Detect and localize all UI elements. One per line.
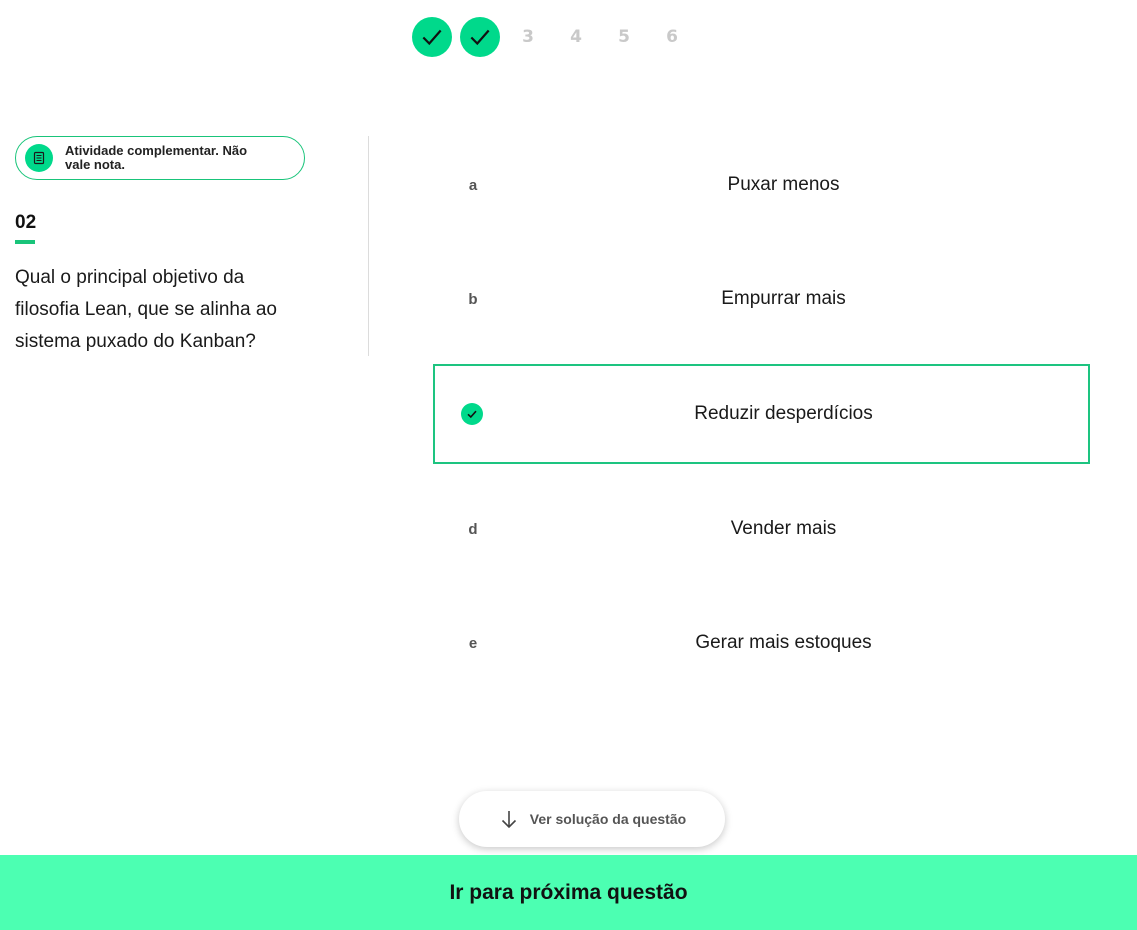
option-d[interactable]: d Vender mais bbox=[433, 479, 1090, 579]
panel-divider bbox=[368, 136, 369, 356]
next-question-button[interactable]: Ir para próxima questão bbox=[0, 855, 1137, 930]
option-letter: a bbox=[468, 176, 478, 194]
question-number: 02 bbox=[15, 212, 37, 233]
option-label: Gerar mais estoques bbox=[695, 632, 872, 653]
activity-badge-text: Atividade complementar. Não vale nota. bbox=[65, 143, 248, 172]
step-6[interactable]: 6 bbox=[652, 17, 692, 57]
check-icon bbox=[470, 29, 490, 46]
option-b[interactable]: b Empurrar mais bbox=[433, 249, 1090, 349]
option-label: Reduzir desperdícios bbox=[694, 403, 873, 424]
option-c[interactable]: Reduzir desperdícios bbox=[433, 364, 1090, 464]
option-label: Empurrar mais bbox=[721, 288, 846, 309]
option-letter: b bbox=[468, 290, 478, 308]
step-2[interactable] bbox=[460, 17, 500, 57]
next-question-label: Ir para próxima questão bbox=[449, 880, 688, 904]
question-text: Qual o principal objetivo da filosofia L… bbox=[15, 267, 277, 352]
step-1[interactable] bbox=[412, 17, 452, 57]
question-number-underline bbox=[15, 240, 35, 244]
arrow-down-icon bbox=[501, 811, 516, 829]
option-label: Puxar menos bbox=[727, 174, 840, 195]
step-4[interactable]: 4 bbox=[556, 17, 596, 57]
option-letter: e bbox=[468, 634, 478, 652]
question-stepper: 3 4 5 6 bbox=[412, 17, 700, 57]
document-icon bbox=[25, 144, 53, 172]
option-e[interactable]: e Gerar mais estoques bbox=[433, 593, 1090, 693]
step-5[interactable]: 5 bbox=[604, 17, 644, 57]
option-letter: d bbox=[468, 520, 478, 538]
check-icon bbox=[422, 29, 442, 46]
activity-badge: Atividade complementar. Não vale nota. bbox=[15, 136, 305, 180]
view-solution-button[interactable]: Ver solução da questão bbox=[459, 791, 725, 847]
option-a[interactable]: a Puxar menos bbox=[433, 135, 1090, 235]
selected-check-icon bbox=[461, 403, 483, 425]
step-3[interactable]: 3 bbox=[508, 17, 548, 57]
view-solution-label: Ver solução da questão bbox=[529, 811, 687, 827]
option-label: Vender mais bbox=[730, 518, 837, 539]
